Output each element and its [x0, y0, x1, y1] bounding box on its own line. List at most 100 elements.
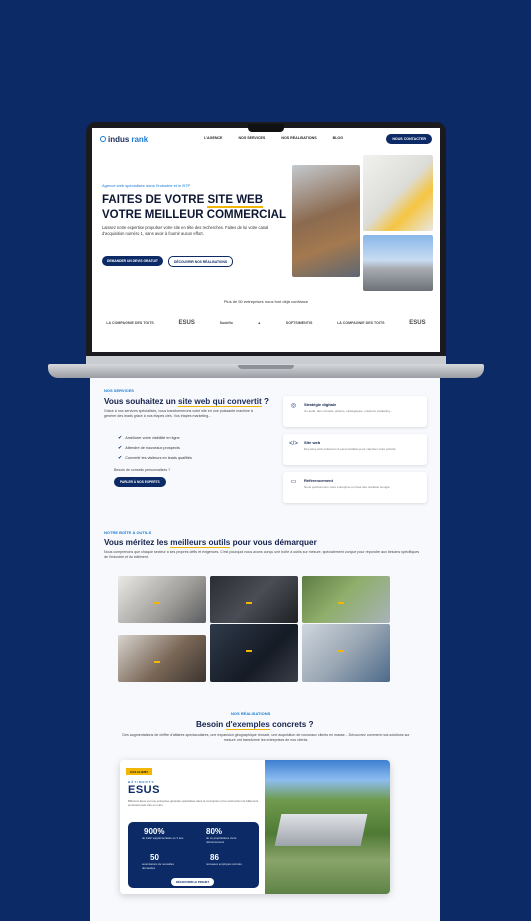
- tool-tile-office[interactable]: [118, 576, 206, 623]
- check-icon: ✔: [118, 455, 123, 461]
- client-logo: ESUS: [409, 320, 426, 326]
- client-logo: ESUS: [178, 320, 195, 326]
- service-card-seo[interactable]: ▭ Référencement Nous positionnons votre …: [283, 472, 427, 503]
- client-logo: SOFTSIMENTIS: [285, 321, 313, 325]
- tools-title-highlight: meilleurs outils: [170, 538, 231, 548]
- tool-tile-aerial[interactable]: [302, 576, 390, 623]
- services-bullet: ✔ Améliorer votre visibilité en ligne: [118, 435, 180, 441]
- service-card-strategy[interactable]: ◎ Stratégie digitale Un audit, des conse…: [283, 396, 427, 427]
- logo-text: indus: [108, 134, 130, 144]
- services-kicker: NOS SERVICES: [104, 388, 134, 393]
- site-logo[interactable]: indus rank: [100, 135, 148, 144]
- realisations-title-highlight: d'exemples: [225, 720, 270, 730]
- service-card-desc: Un audit, des conseils, actions, stratég…: [304, 409, 393, 413]
- services-title: Vous souhaitez un site web qui convertit…: [104, 397, 269, 407]
- realisations-button[interactable]: DÉCOUVRIR NOS RÉALISATIONS: [168, 256, 234, 267]
- realisations-title-pre: Besoin: [196, 720, 226, 729]
- stat-seo-label: de ce propriétaires via le référencement: [206, 836, 237, 844]
- service-card-title: Référencement: [304, 478, 333, 483]
- logo-accent: rank: [131, 134, 149, 144]
- laptop-screen: indus rank L'AGENCE NOS SERVICES NOS RÉAL…: [92, 128, 440, 352]
- tools-title-post: pour vous démarquer: [230, 538, 317, 547]
- tool-tile-label: [154, 661, 160, 663]
- code-icon: </>: [289, 441, 298, 447]
- case-stats-panel: 900% de trafic supplémentaire en 3 ans 8…: [128, 822, 259, 888]
- tool-tile-label: [246, 650, 252, 652]
- tool-tile-label: [154, 602, 160, 604]
- quote-button[interactable]: DEMANDER UN DEVIS GRATUIT: [102, 256, 163, 266]
- logo-icon: [100, 136, 106, 142]
- service-card-website[interactable]: </> Site web Des sites web entièrement p…: [283, 434, 427, 465]
- stat-requests-label: soumissions de nouvelles demandes: [142, 862, 174, 870]
- client-logos: LA COMPAGNIE DES TOITS ESUS Sudeflo ▲ SO…: [92, 317, 440, 329]
- tool-tile-consulting[interactable]: [302, 624, 390, 682]
- target-icon: ◎: [290, 403, 297, 409]
- laptop-base-groove: [238, 365, 294, 369]
- nav-link-services[interactable]: NOS SERVICES: [238, 136, 265, 140]
- nav-link-agence[interactable]: L'AGENCE: [204, 136, 222, 140]
- tools-kicker: NOTRE BOÎTE À OUTILS: [104, 530, 152, 535]
- hero-title-highlight: SITE WEB: [207, 194, 264, 208]
- tools-title: Vous méritez les meilleurs outils pour v…: [104, 538, 317, 548]
- bullet-text: Convertir les visiteurs en leads qualifi…: [125, 456, 192, 460]
- client-logo: Sudeflo: [219, 321, 233, 325]
- services-title-post: ?: [261, 397, 269, 406]
- case-study-info: CAS CLIENT BÂTIMENTS ESUS Bâtiment Esus …: [120, 760, 265, 894]
- hero-building-image: [363, 235, 433, 291]
- case-study-card[interactable]: CAS CLIENT BÂTIMENTS ESUS Bâtiment Esus …: [120, 760, 390, 894]
- experts-button[interactable]: PARLER À NOS EXPERTS: [114, 477, 166, 487]
- services-title-highlight: site web qui convertit: [178, 397, 262, 407]
- client-logo: LA COMPAGNIE DES TOITS: [106, 321, 154, 325]
- stat-traffic: 900%: [144, 827, 165, 836]
- monitor-icon: ▭: [290, 479, 297, 485]
- services-question: Besoin de conseils personnalisés ?: [114, 468, 171, 472]
- tool-tile-meeting[interactable]: [118, 635, 206, 682]
- tool-tile-label: [246, 602, 252, 604]
- nav-link-realisations[interactable]: NOS RÉALISATIONS: [281, 136, 316, 140]
- tool-tile-label: [338, 602, 344, 604]
- tool-tile-label: [338, 650, 344, 652]
- realisations-title-post: concrets ?: [269, 720, 314, 729]
- service-card-desc: Des sites web entièrement personnalisés …: [304, 447, 397, 451]
- bullet-text: Attendre de nouveaux prospects: [125, 446, 180, 450]
- hero-tagline: Agence web spécialisée dans l'industrie …: [102, 183, 191, 188]
- realisations-title: Besoin d'exemples concrets ?: [196, 720, 314, 730]
- services-title-pre: Vous souhaitez un: [104, 397, 178, 406]
- hero-title: FAITES DE VOTRE SITE WEB VOTRE MEILLEUR …: [102, 193, 302, 223]
- case-study-tag: CAS CLIENT: [126, 768, 152, 775]
- stat-hires-label: nouveaux employés recrutés: [206, 862, 242, 866]
- hero-title-line1: FAITES DE VOTRE: [102, 194, 208, 206]
- nav-link-blog[interactable]: BLOG: [333, 136, 343, 140]
- realisations-description: Des augmentations de chiffre d'affaires …: [122, 733, 410, 742]
- service-card-title: Stratégie digitale: [304, 402, 337, 407]
- bullet-text: Améliorer votre visibilité en ligne: [125, 436, 180, 440]
- case-description: Bâtiment Esus est une entreprise général…: [128, 799, 259, 807]
- laptop-notch: [248, 124, 284, 132]
- client-logo: ▲: [257, 321, 262, 325]
- stat-traffic-label: de trafic supplémentaire en 3 ans: [142, 836, 184, 840]
- trust-text: Plus de 50 entreprises nous font déjà co…: [223, 299, 309, 304]
- client-logo: LA COMPAGNIE DES TOITS: [337, 321, 385, 325]
- hero-title-line2: VOTRE MEILLEUR COMMERCIAL: [102, 209, 286, 221]
- services-bullet: ✔ Attendre de nouveaux prospects: [118, 445, 180, 451]
- page-preview: NOS SERVICES Vous souhaitez un site web …: [90, 378, 440, 921]
- realisations-kicker: NOS RÉALISATIONS: [231, 711, 271, 716]
- tool-tile-code[interactable]: [210, 624, 298, 682]
- stat-requests: 50: [150, 853, 159, 862]
- tools-title-pre: Vous méritez les: [104, 538, 171, 547]
- contact-button[interactable]: NOUS CONTACTER: [386, 134, 432, 144]
- tool-tile-screen[interactable]: [210, 576, 298, 623]
- services-bullet: ✔ Convertir les visiteurs en leads qualif…: [118, 455, 192, 461]
- hero-description: Laissez notre expertise propulser votre …: [102, 225, 269, 236]
- check-icon: ✔: [118, 445, 123, 451]
- case-client-logo: ESUS: [128, 784, 160, 796]
- hero-blueprint-image: [363, 155, 433, 231]
- nav-links: L'AGENCE NOS SERVICES NOS RÉALISATIONS B…: [204, 136, 343, 140]
- stat-hires: 86: [210, 853, 219, 862]
- services-intro: Grâce à nos services spécialisés, nous t…: [104, 409, 253, 418]
- check-icon: ✔: [118, 435, 123, 441]
- discover-project-button[interactable]: DÉCOUVRIR LE PROJET: [171, 878, 215, 886]
- hero-workers-image: [292, 165, 360, 277]
- service-card-desc: Nous positionnons votre entreprise en ha…: [304, 485, 391, 489]
- stat-seo: 80%: [206, 827, 223, 836]
